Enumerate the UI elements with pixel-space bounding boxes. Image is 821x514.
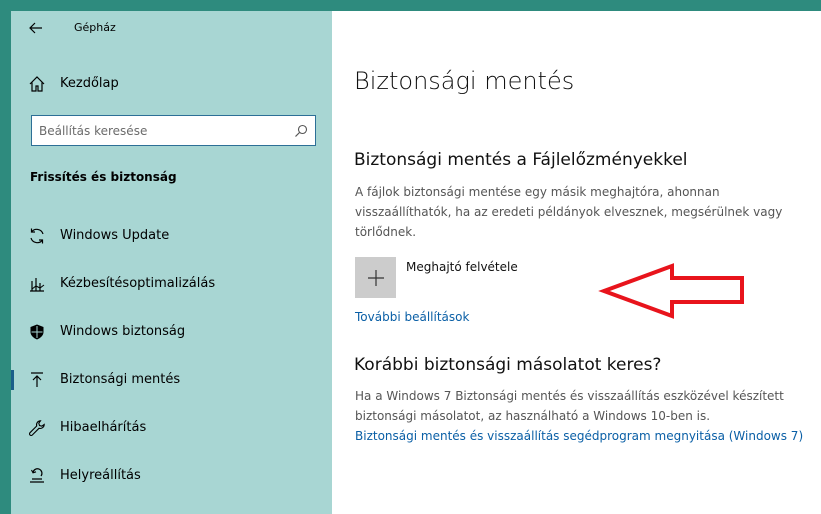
app-title: Gépház [74, 21, 116, 34]
sidebar-item-backup[interactable]: Biztonsági mentés [11, 364, 332, 396]
back-button[interactable] [25, 17, 47, 39]
sidebar-item-home[interactable]: Kezdőlap [11, 69, 332, 99]
sync-icon [30, 228, 44, 244]
recovery-icon [30, 468, 44, 483]
sidebar-item-label: Biztonsági mentés [60, 372, 181, 387]
sidebar-item-troubleshoot[interactable]: Hibaelhárítás [11, 412, 332, 444]
annotation-arrow-icon [598, 263, 744, 319]
sidebar-item-label: Kezdőlap [60, 76, 119, 91]
older-backup-heading: Korábbi biztonsági másolatot keres? [354, 355, 662, 375]
active-indicator [11, 370, 14, 390]
backup-restore-link[interactable]: Biztonsági mentés és visszaállítás segéd… [355, 426, 805, 446]
sidebar-item-label: Helyreállítás [60, 468, 141, 483]
back-arrow-icon [29, 22, 42, 34]
page-title: Biztonsági mentés [354, 67, 575, 95]
shield-icon [30, 324, 44, 340]
sidebar-item-label: Kézbesítésoptimalizálás [60, 276, 216, 291]
wrench-icon [29, 420, 45, 436]
sidebar-item-windows-update[interactable]: Windows Update [11, 220, 332, 252]
sidebar-item-label: Windows Update [60, 228, 170, 243]
add-drive-label[interactable]: Meghajtó felvétele [406, 260, 518, 274]
sidebar-item-delivery-optimization[interactable]: Kézbesítésoptimalizálás [11, 268, 332, 300]
sidebar: Gépház Kezdőlap Frissítés és biztonság W… [11, 11, 332, 514]
backup-arrow-icon [31, 372, 43, 387]
sidebar-item-label: Windows biztonság [60, 324, 186, 339]
sidebar-item-recovery[interactable]: Helyreállítás [11, 460, 332, 492]
sidebar-item-label: Hibaelhárítás [60, 420, 147, 435]
sidebar-item-windows-security[interactable]: Windows biztonság [11, 316, 332, 348]
search-box[interactable] [31, 115, 316, 146]
add-drive-button[interactable] [355, 257, 396, 298]
file-history-description: A fájlok biztonsági mentése egy másik me… [355, 185, 783, 239]
file-history-heading: Biztonsági mentés a Fájlelőzményekkel [354, 150, 688, 170]
section-title: Frissítés és biztonság [30, 170, 177, 184]
plus-icon [367, 269, 384, 286]
older-backup-description: Ha a Windows 7 Biztonsági mentés és viss… [355, 389, 784, 423]
delivery-optimization-icon [30, 278, 45, 292]
home-icon [29, 76, 45, 92]
search-input[interactable] [39, 122, 279, 140]
more-options-link[interactable]: További beállítások [355, 307, 469, 327]
search-icon [295, 124, 308, 137]
